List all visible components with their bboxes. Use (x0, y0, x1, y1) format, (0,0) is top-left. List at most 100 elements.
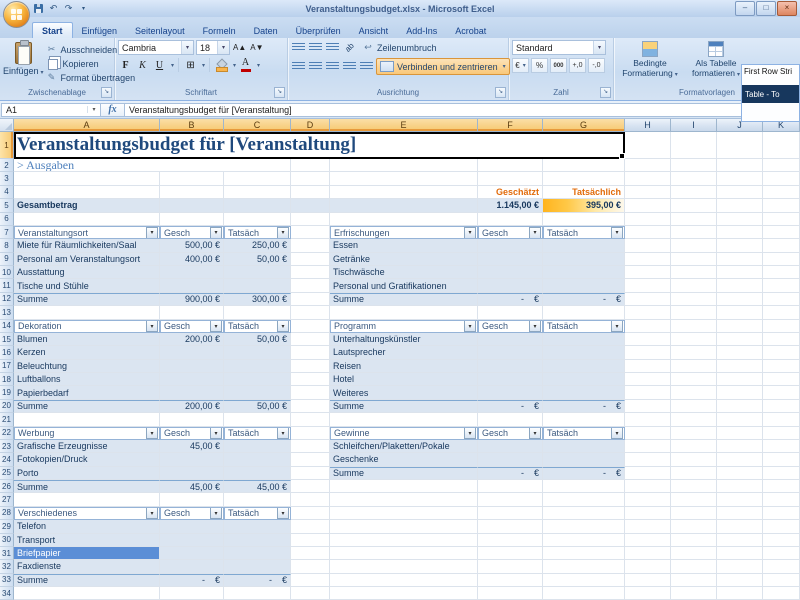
filter-dropdown-icon[interactable]: ▾ (146, 427, 158, 439)
cell-J15[interactable] (717, 333, 763, 346)
insert-function-button[interactable]: fx (101, 103, 125, 117)
number-format-combo[interactable]: Standard ▾ (512, 40, 606, 55)
cell-A33[interactable]: Summe (14, 574, 160, 587)
cell-E24[interactable]: Geschenke (330, 453, 478, 466)
cell-A8[interactable]: Miete für Räumlichkeiten/Saal (14, 239, 160, 252)
dialog-launcher-icon[interactable]: ↘ (600, 87, 611, 98)
cell-E19[interactable]: Weiteres (330, 386, 478, 399)
cell-F7[interactable]: Gesch▾ (478, 226, 543, 239)
align-center-button[interactable] (308, 60, 323, 74)
cell-H17[interactable] (625, 360, 671, 373)
save-button[interactable] (32, 2, 45, 15)
cell-D8[interactable] (291, 239, 330, 252)
cell-J11[interactable] (717, 279, 763, 292)
cell-E26[interactable] (330, 480, 478, 493)
cell-E8[interactable]: Essen (330, 239, 478, 252)
cell-H31[interactable] (625, 547, 671, 560)
cell-K6[interactable] (763, 213, 800, 226)
cell-B11[interactable] (160, 279, 224, 292)
cell-E4[interactable] (330, 186, 478, 199)
cell-H20[interactable] (625, 400, 671, 413)
cell-F21[interactable] (478, 413, 543, 426)
cell-J17[interactable] (717, 360, 763, 373)
row-header-23[interactable]: 23 (0, 440, 14, 453)
row-header-13[interactable]: 13 (0, 306, 14, 319)
cell-I19[interactable] (671, 386, 717, 399)
cell-K20[interactable] (763, 400, 800, 413)
filter-dropdown-icon[interactable]: ▾ (611, 227, 623, 239)
cell-A7[interactable]: Veranstaltungsort▾ (14, 226, 160, 239)
cell-J5[interactable] (717, 199, 763, 212)
cell-G13[interactable] (543, 306, 625, 319)
cell-J1[interactable] (717, 132, 763, 159)
cell-K31[interactable] (763, 547, 800, 560)
cell-A24[interactable]: Fotokopien/Druck (14, 453, 160, 466)
cell-E28[interactable] (330, 507, 478, 520)
cell-K32[interactable] (763, 560, 800, 573)
tab-daten[interactable]: Daten (245, 23, 287, 38)
borders-button[interactable]: ⊞ (183, 58, 198, 72)
cell-E14[interactable]: Programm▾ (330, 320, 478, 333)
cell-C22[interactable]: Tatsäch▾ (224, 427, 291, 440)
cell-C11[interactable] (224, 279, 291, 292)
cell-J2[interactable] (717, 159, 763, 172)
cell-A5[interactable]: Gesamtbetrag (14, 199, 160, 212)
cell-B18[interactable] (160, 373, 224, 386)
row-header-29[interactable]: 29 (0, 520, 14, 533)
cell-K28[interactable] (763, 507, 800, 520)
cell-B23[interactable]: 45,00 € (160, 440, 224, 453)
cell-C25[interactable] (224, 467, 291, 480)
cell-C16[interactable] (224, 346, 291, 359)
cell-E7[interactable]: Erfrischungen▾ (330, 226, 478, 239)
cell-K4[interactable] (763, 186, 800, 199)
cell-C6[interactable] (224, 213, 291, 226)
cell-G14[interactable]: Tatsäch▾ (543, 320, 625, 333)
cell-K16[interactable] (763, 346, 800, 359)
cell-H10[interactable] (625, 266, 671, 279)
cell-K29[interactable] (763, 520, 800, 533)
align-left-button[interactable] (291, 60, 306, 74)
cell-D30[interactable] (291, 534, 330, 547)
cell-K26[interactable] (763, 480, 800, 493)
cell-K2[interactable] (763, 159, 800, 172)
row-header-16[interactable]: 16 (0, 346, 14, 359)
borders-dropdown-icon[interactable]: ▾ (202, 62, 205, 69)
cell-E13[interactable] (330, 306, 478, 319)
cell-K27[interactable] (763, 493, 800, 506)
cell-I26[interactable] (671, 480, 717, 493)
cell-K30[interactable] (763, 534, 800, 547)
cell-G28[interactable] (543, 507, 625, 520)
cell-A17[interactable]: Beleuchtung (14, 360, 160, 373)
row-header-27[interactable]: 27 (0, 493, 14, 506)
cell-H1[interactable] (625, 132, 671, 159)
cell-H22[interactable] (625, 427, 671, 440)
cell-H25[interactable] (625, 467, 671, 480)
cell-J9[interactable] (717, 253, 763, 266)
cell-D2[interactable] (291, 159, 330, 172)
merge-center-button[interactable]: Verbinden und zentrieren ▾ (376, 58, 510, 75)
cell-J20[interactable] (717, 400, 763, 413)
column-header-D[interactable]: D (291, 119, 330, 131)
increase-decimal-button[interactable]: +,0 (569, 58, 586, 73)
row-header-30[interactable]: 30 (0, 534, 14, 547)
align-right-button[interactable] (325, 60, 340, 74)
cell-J7[interactable] (717, 226, 763, 239)
column-header-B[interactable]: B (160, 119, 224, 131)
cell-G19[interactable] (543, 386, 625, 399)
cell-F8[interactable] (478, 239, 543, 252)
cell-C23[interactable] (224, 440, 291, 453)
grow-font-button[interactable]: A▲ (232, 41, 247, 55)
cell-B32[interactable] (160, 560, 224, 573)
cell-G25[interactable]: - € (543, 467, 625, 480)
cell-C4[interactable] (224, 186, 291, 199)
cell-B14[interactable]: Gesch▾ (160, 320, 224, 333)
cell-I8[interactable] (671, 239, 717, 252)
chevron-down-icon[interactable]: ▾ (593, 41, 605, 54)
cell-C32[interactable] (224, 560, 291, 573)
cell-H12[interactable] (625, 293, 671, 306)
cell-E15[interactable]: Unterhaltungskünstler (330, 333, 478, 346)
cell-A12[interactable]: Summe (14, 293, 160, 306)
cell-G32[interactable] (543, 560, 625, 573)
cell-K12[interactable] (763, 293, 800, 306)
cell-H14[interactable] (625, 320, 671, 333)
